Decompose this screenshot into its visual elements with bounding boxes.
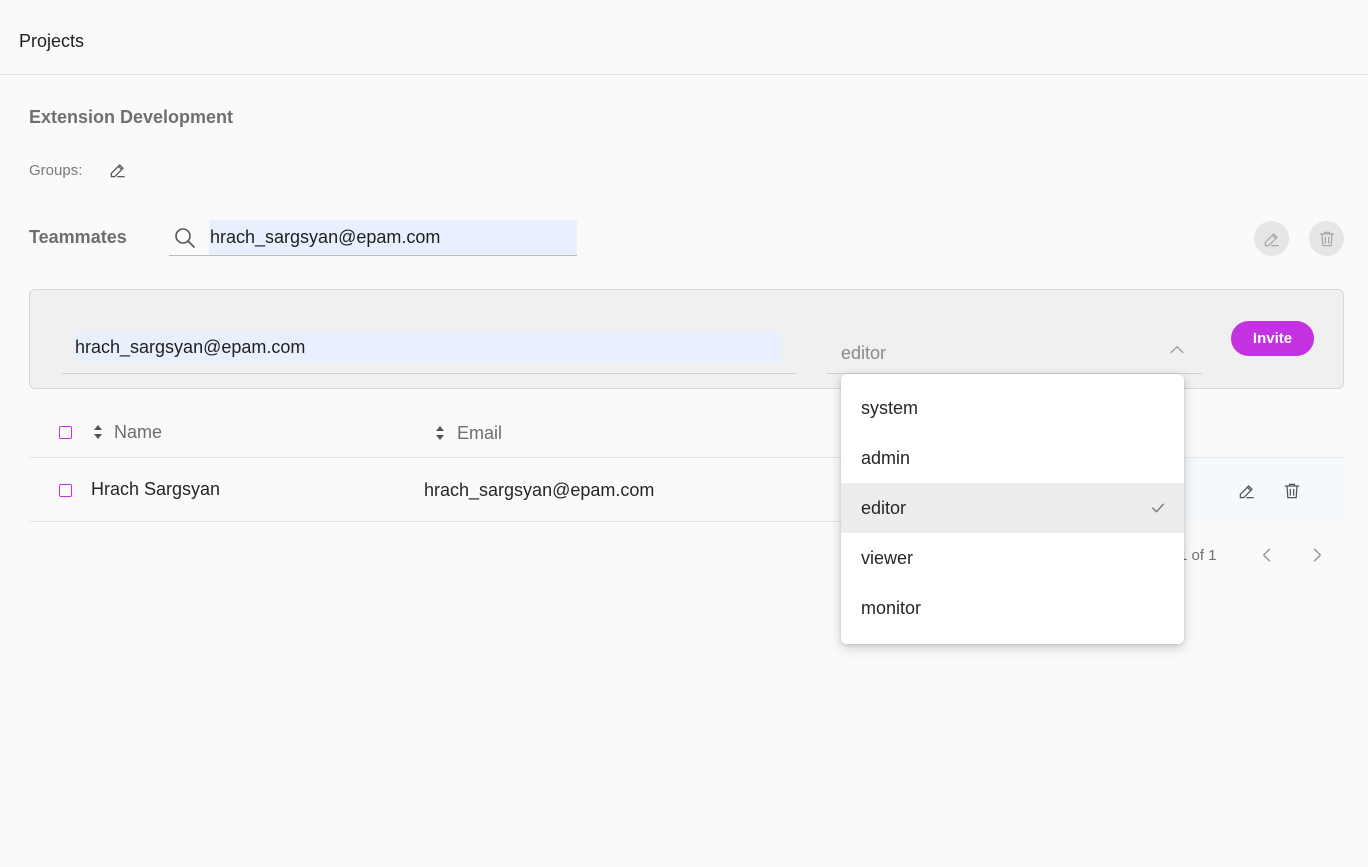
invite-email-field: [62, 330, 796, 374]
trash-icon[interactable]: [1282, 481, 1302, 501]
chevron-up-icon: [1170, 346, 1184, 354]
role-dropdown-menu: system admin editor viewer monitor: [841, 374, 1184, 644]
pagination-text: 1 of 1: [1179, 547, 1217, 564]
column-header-email[interactable]: Email: [457, 423, 502, 444]
role-option-system[interactable]: system: [841, 383, 1184, 433]
column-header-name[interactable]: Name: [114, 422, 162, 443]
page-title: Projects: [19, 31, 85, 51]
cell-email: hrach_sargsyan@epam.com: [424, 480, 655, 500]
select-all-checkbox[interactable]: [59, 426, 72, 439]
role-option-editor[interactable]: editor: [841, 483, 1184, 533]
role-option-viewer[interactable]: viewer: [841, 533, 1184, 583]
role-select[interactable]: editor: [827, 330, 1202, 374]
bulk-delete-button[interactable]: [1309, 221, 1344, 256]
role-option-label: editor: [861, 497, 907, 518]
chevron-left-icon[interactable]: [1257, 545, 1277, 565]
check-icon: [1152, 503, 1164, 513]
sort-icon[interactable]: [433, 423, 447, 443]
groups-label: Groups:: [29, 161, 83, 179]
role-option-monitor[interactable]: monitor: [841, 583, 1184, 633]
search-input[interactable]: [209, 220, 577, 255]
invite-button[interactable]: Invite: [1231, 321, 1314, 356]
chevron-right-icon[interactable]: [1307, 545, 1327, 565]
row-checkbox[interactable]: [59, 484, 72, 497]
role-option-admin[interactable]: admin: [841, 433, 1184, 483]
role-select-value: editor: [841, 343, 887, 363]
app-header: Projects: [0, 0, 1368, 75]
invite-email-input[interactable]: [75, 331, 781, 363]
sort-icon[interactable]: [91, 422, 105, 442]
pencil-icon[interactable]: [1237, 481, 1257, 501]
row-actions-area: [1184, 458, 1344, 522]
trash-icon: [1319, 231, 1334, 246]
project-name: Extension Development: [29, 107, 234, 127]
teammates-search: [169, 220, 577, 256]
teammates-label: Teammates: [29, 227, 127, 247]
bulk-edit-button[interactable]: [1254, 221, 1289, 256]
cell-name: Hrach Sargsyan: [91, 479, 221, 499]
pencil-icon: [1264, 232, 1279, 246]
groups-row: Groups:: [29, 160, 128, 180]
pencil-icon[interactable]: [108, 160, 128, 180]
search-icon: [175, 228, 195, 248]
